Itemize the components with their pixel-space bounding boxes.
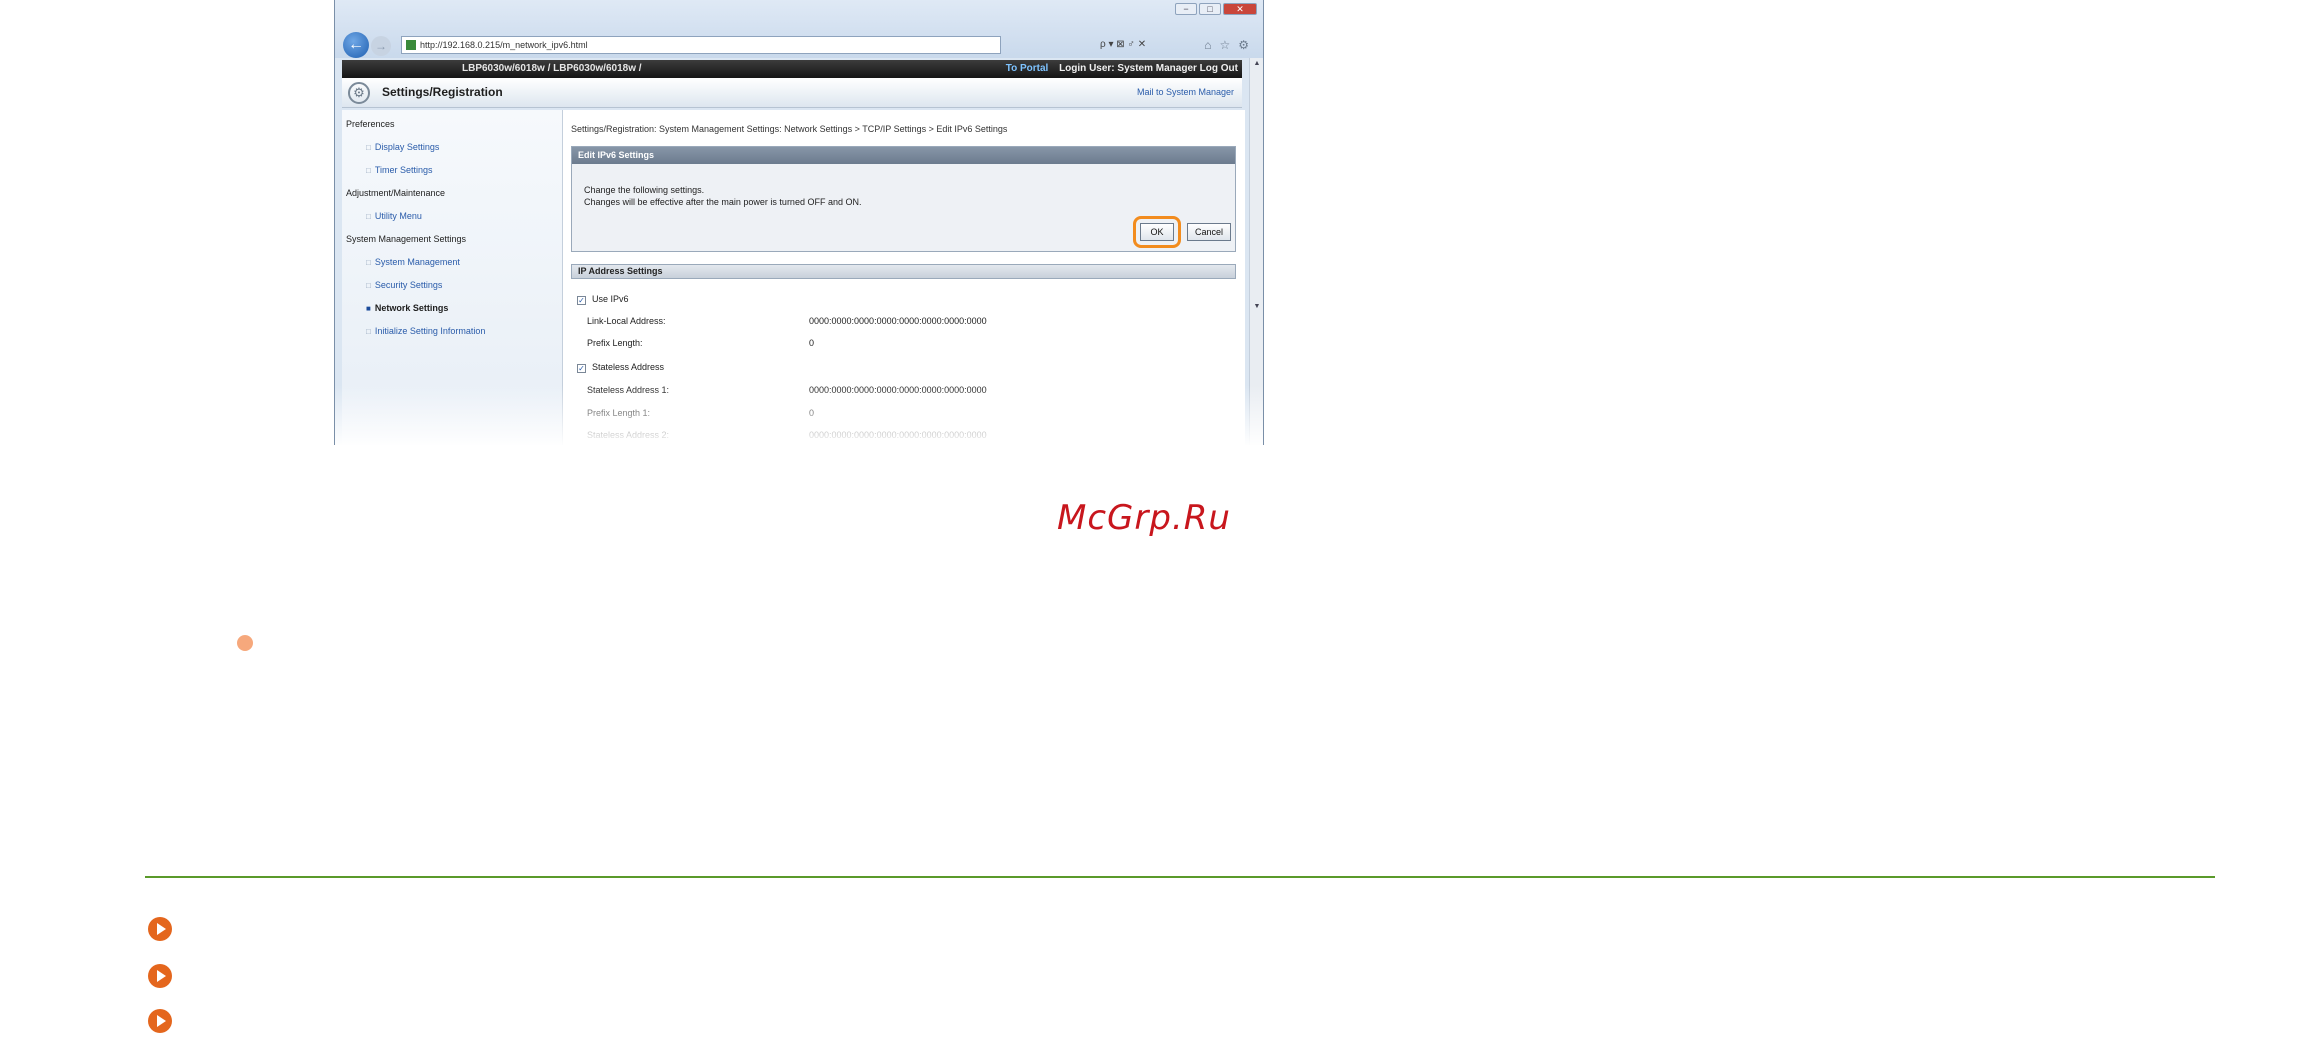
app-topbar: LBP6030w/6018w / LBP6030w/6018w / To Por… [342, 60, 1242, 78]
prefix1-label: Prefix Length 1: [587, 408, 651, 418]
scrollbar[interactable]: ▲ ▼ [1249, 58, 1263, 445]
stateless2-label: Stateless Address 2: [587, 430, 670, 440]
scroll-up-arrow-icon[interactable]: ▲ [1250, 58, 1263, 70]
message-line-1: Change the following settings. [584, 185, 705, 195]
sidebar-section-preferences: Preferences [346, 119, 395, 129]
sidebar-section-adjustment: Adjustment/Maintenance [346, 188, 446, 198]
prefix-length-value: 0 [809, 338, 815, 348]
settings-gear-icon: ⚙ [348, 82, 370, 104]
window-controls: − □ ✕ [1175, 3, 1257, 15]
link-arrow-icon[interactable] [148, 964, 172, 988]
sidebar: Preferences Display Settings Timer Setti… [342, 110, 562, 445]
settings-header: ⚙ Settings/Registration Mail to System M… [342, 78, 1242, 108]
close-button[interactable]: ✕ [1223, 3, 1257, 15]
stateless2-value: 0000:0000:0000:0000:0000:0000:0000:0000 [809, 430, 987, 440]
scroll-arrow-icon[interactable]: ▼ [1250, 303, 1263, 310]
topbar-links: To Portal Login User: System Manager Log… [1006, 60, 1238, 78]
use-ipv6-label: Use IPv6 [592, 294, 629, 304]
link-arrow-icon[interactable] [148, 1009, 172, 1033]
minimize-button[interactable]: − [1175, 3, 1197, 15]
use-ipv6-row: ✓ Use IPv6 [577, 294, 629, 305]
ip-address-settings-header: IP Address Settings [571, 264, 1236, 279]
sidebar-item-utility-menu[interactable]: Utility Menu [366, 211, 422, 221]
url-text: http://192.168.0.215/m_network_ipv6.html [420, 40, 588, 50]
link-local-row: Link-Local Address: 0000:0000:0000:0000:… [587, 316, 1237, 326]
stateless-row: ✓ Stateless Address [577, 362, 664, 373]
favicon-icon [406, 40, 416, 50]
breadcrumb: Settings/Registration: System Management… [571, 124, 1008, 134]
page-title: Settings/Registration [382, 85, 503, 99]
login-user-logout[interactable]: Login User: System Manager Log Out [1059, 63, 1238, 74]
sidebar-item-network-settings[interactable]: Network Settings [366, 303, 449, 313]
sidebar-section-system-management: System Management Settings [346, 234, 467, 244]
stateless-address-checkbox[interactable]: ✓ [577, 364, 586, 373]
favorites-star-icon[interactable]: ☆ [1219, 36, 1230, 54]
home-icon[interactable]: ⌂ [1204, 36, 1211, 54]
mail-to-system-manager-link[interactable]: Mail to System Manager [1137, 87, 1234, 97]
stateless2-row: Stateless Address 2: 0000:0000:0000:0000… [587, 430, 1237, 440]
gear-icon[interactable]: ⚙ [1238, 36, 1249, 54]
browser-toolbar-icons: ⌂ ☆ ⚙ [1204, 36, 1249, 54]
link-arrow-icon[interactable] [148, 917, 172, 941]
prefix1-row: Prefix Length 1: 0 [587, 408, 1237, 418]
maximize-button[interactable]: □ [1199, 3, 1221, 15]
sidebar-item-timer-settings[interactable]: Timer Settings [366, 165, 433, 175]
stateless1-value: 0000:0000:0000:0000:0000:0000:0000:0000 [809, 385, 987, 395]
section-divider [145, 876, 2215, 878]
browser-chrome: − □ ✕ ← → http://192.168.0.215/m_network… [335, 0, 1263, 58]
bullet-dot-icon [237, 635, 253, 651]
sidebar-item-display-settings[interactable]: Display Settings [366, 142, 440, 152]
ui-screenshot: − □ ✕ ← → http://192.168.0.215/m_network… [334, 0, 1264, 445]
back-arrow-icon[interactable]: ← [343, 32, 369, 58]
cancel-button[interactable]: Cancel [1187, 223, 1231, 241]
watermark: McGrp.Ru [1057, 498, 1231, 538]
sidebar-item-security-settings[interactable]: Security Settings [366, 280, 443, 290]
prefix-length-row: Prefix Length: 0 [587, 338, 1237, 348]
to-portal-link[interactable]: To Portal [1006, 63, 1049, 74]
prefix1-value: 0 [809, 408, 815, 418]
stateless1-label: Stateless Address 1: [587, 385, 670, 395]
main-content: Settings/Registration: System Management… [562, 110, 1245, 445]
sidebar-item-system-management[interactable]: System Management [366, 257, 460, 267]
address-tools[interactable]: ρ ▾ ⊠ ♂ ✕ [1100, 36, 1146, 54]
ok-button[interactable]: OK [1140, 223, 1174, 241]
stateless1-row: Stateless Address 1: 0000:0000:0000:0000… [587, 385, 1237, 395]
forward-arrow-icon[interactable]: → [371, 36, 391, 56]
edit-ipv6-panel: Edit IPv6 Settings Change the following … [571, 146, 1236, 252]
link-local-label: Link-Local Address: [587, 316, 666, 326]
link-local-value: 0000:0000:0000:0000:0000:0000:0000:0000 [809, 316, 987, 326]
use-ipv6-checkbox[interactable]: ✓ [577, 296, 586, 305]
address-bar[interactable]: http://192.168.0.215/m_network_ipv6.html [401, 36, 1001, 54]
sidebar-item-initialize-setting-information[interactable]: Initialize Setting Information [366, 326, 486, 336]
message-line-2: Changes will be effective after the main… [584, 197, 862, 207]
prefix-length-label: Prefix Length: [587, 338, 643, 348]
device-name: LBP6030w/6018w / LBP6030w/6018w / [462, 63, 642, 74]
stateless-address-label: Stateless Address [592, 362, 665, 372]
panel-title: Edit IPv6 Settings [572, 147, 1235, 164]
